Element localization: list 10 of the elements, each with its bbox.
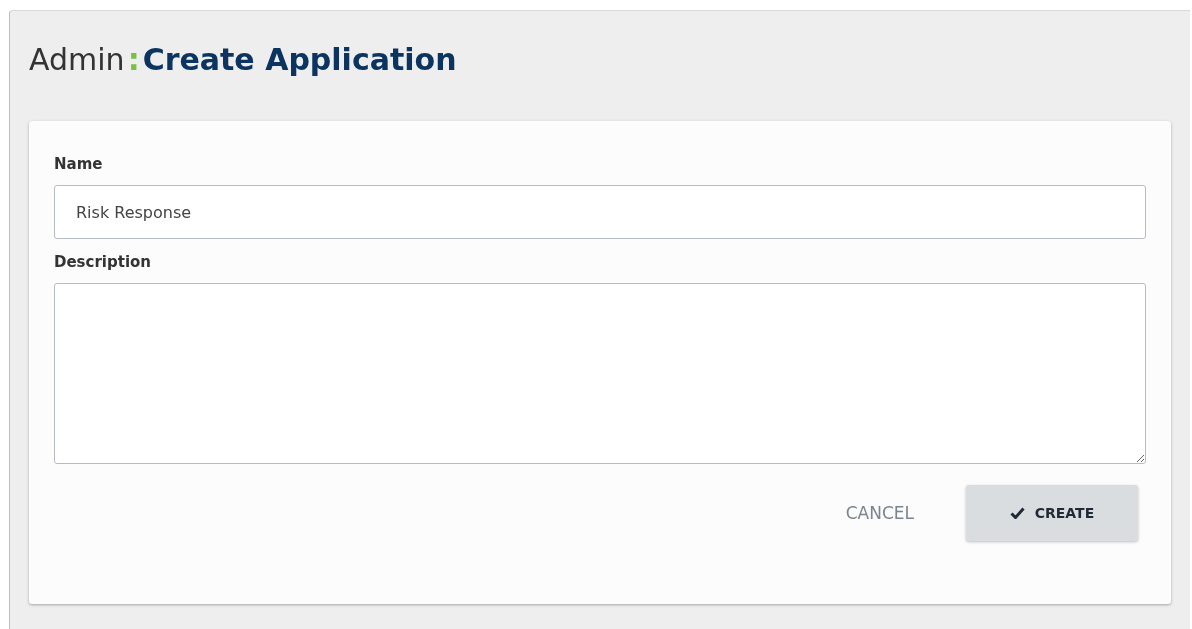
field-label: Name [54,155,104,173]
name-field[interactable]: Risk Response [54,185,1146,239]
section-title: Admin [29,41,125,79]
description-field[interactable] [54,283,1146,464]
cancel-button[interactable]: CANCEL [845,485,914,541]
page-title: Create Application [142,41,457,79]
title-separator: : [127,41,140,79]
checkmark-icon [1009,507,1025,519]
field-label: Description [54,253,153,271]
create-button[interactable]: CREATE [966,485,1138,541]
